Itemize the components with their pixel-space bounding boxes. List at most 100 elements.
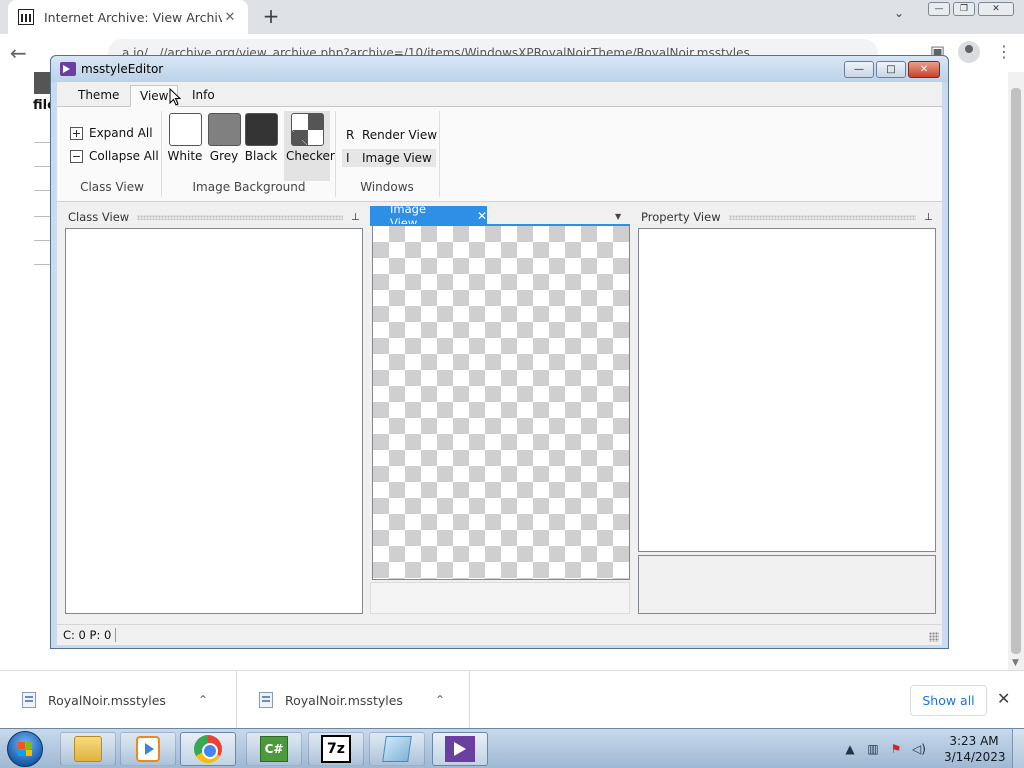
show-desktop-button[interactable]	[1012, 729, 1024, 768]
chevron-up-icon[interactable]: ⌃	[188, 693, 218, 707]
browser-close-button[interactable]: ✕	[978, 2, 1014, 16]
chrome-icon	[194, 735, 222, 763]
media-player-icon	[136, 736, 160, 762]
download-item[interactable]: RoyalNoir.msstyles ⌃	[0, 671, 237, 729]
taskbar-msstyleeditor[interactable]	[432, 732, 488, 766]
tab-close-icon[interactable]: ✕	[222, 10, 238, 25]
taskbar-media-player[interactable]	[120, 732, 176, 766]
chevron-up-icon[interactable]: ⌃	[425, 693, 455, 707]
browser-tabstrip: Internet Archive: View Archive ✕ + ⌄ — ❐…	[0, 0, 1024, 34]
image-view-tab[interactable]: Image View ✕	[370, 202, 487, 230]
white-label: White	[167, 149, 203, 163]
browser-restore-button[interactable]: ❐	[953, 2, 975, 16]
clock-time: 3:23 AM	[949, 734, 999, 748]
black-background-button[interactable]: Black	[241, 113, 281, 163]
collapse-all-button[interactable]: Collapse All	[70, 149, 159, 163]
class-view-title: Class View	[68, 210, 130, 224]
browser-menu-icon[interactable]: ⋮	[996, 42, 1012, 61]
window-client-area: Theme View Info Expand All Collapse All …	[57, 82, 942, 645]
checker-label: Checker	[286, 149, 335, 163]
folder-icon	[74, 736, 102, 762]
property-grid[interactable]	[638, 228, 936, 552]
action-center-icon[interactable]: ⚑	[889, 742, 903, 756]
pane-grip	[728, 214, 916, 220]
file-icon	[22, 692, 36, 708]
render-view-button[interactable]: R Render View	[342, 126, 441, 144]
windows-taskbar: C# 7z ▲ ▥ ⚑ ◁) 3:23 AM 3/14/2023	[0, 728, 1024, 768]
browser-minimize-button[interactable]: —	[928, 2, 950, 16]
class-view-tree[interactable]	[65, 228, 363, 614]
tab-info[interactable]: Info	[183, 85, 224, 107]
browser-tab[interactable]: Internet Archive: View Archive ✕	[8, 0, 248, 34]
group-separator	[439, 111, 440, 197]
window-minimize-button[interactable]: —	[844, 61, 874, 78]
taskbar-7zip[interactable]: 7z	[308, 732, 364, 766]
scrollbar-thumb[interactable]	[1011, 88, 1021, 654]
tab-search-icon[interactable]: ⌄	[894, 6, 904, 20]
window-title: msstyleEditor	[81, 62, 164, 76]
status-text: C: 0 P: 0	[63, 628, 117, 642]
white-background-button[interactable]: White	[165, 113, 205, 163]
archive-logo-icon	[18, 9, 34, 25]
resize-grip-icon[interactable]	[929, 632, 939, 642]
file-icon	[259, 692, 273, 708]
msstyleeditor-icon	[445, 736, 475, 762]
back-arrow-icon[interactable]: ←	[10, 41, 27, 65]
collapse-icon	[70, 149, 83, 163]
image-view-canvas[interactable]	[372, 226, 630, 580]
show-all-button[interactable]: Show all	[910, 685, 987, 716]
taskbar-explorer[interactable]	[60, 732, 116, 766]
pin-icon[interactable]: ⊥	[351, 212, 363, 223]
image-view-label: Image View	[362, 151, 432, 165]
close-downloads-icon[interactable]: ✕	[997, 689, 1010, 708]
image-view-close-icon[interactable]: ✕	[477, 209, 487, 223]
download-shelf: RoyalNoir.msstyles ⌃ RoyalNoir.msstyles …	[0, 670, 1024, 729]
render-view-label: Render View	[362, 128, 438, 142]
white-swatch-icon	[168, 113, 202, 146]
image-view-icon: I	[346, 151, 350, 165]
render-view-icon: R	[346, 128, 355, 142]
class-view-header[interactable]: Class View ⊥	[65, 208, 363, 226]
property-description	[638, 555, 936, 614]
download-item[interactable]: RoyalNoir.msstyles ⌃	[237, 671, 470, 729]
download-filename: RoyalNoir.msstyles	[285, 692, 403, 708]
ribbon-tab-bar: Theme View Info	[57, 82, 942, 107]
window-close-button[interactable]: ✕	[908, 61, 940, 78]
expand-icon	[70, 126, 83, 140]
scroll-down-arrow-icon[interactable]: ▼	[1012, 658, 1019, 668]
document-dropdown-icon[interactable]: ▼	[615, 212, 621, 221]
checker-swatch-icon	[290, 113, 324, 146]
grey-background-button[interactable]: Grey	[204, 113, 244, 163]
taskbar-chrome[interactable]	[180, 732, 236, 766]
black-label: Black	[244, 149, 278, 163]
taskbar-clock[interactable]: 3:23 AM 3/14/2023	[944, 733, 1006, 765]
checker-background-button[interactable]: Checker	[286, 113, 335, 163]
page-scrollbar[interactable]: ▼	[1008, 72, 1024, 670]
profile-avatar-icon[interactable]	[958, 41, 980, 63]
start-button[interactable]	[7, 731, 43, 767]
taskbar-csharp[interactable]: C#	[246, 732, 302, 766]
grey-label: Grey	[209, 149, 239, 163]
expand-all-button[interactable]: Expand All	[70, 126, 153, 140]
image-view-button[interactable]: I Image View	[342, 149, 436, 167]
new-tab-button[interactable]: +	[259, 4, 283, 28]
expand-all-label: Expand All	[89, 126, 153, 140]
show-hidden-icons-icon[interactable]: ▲	[843, 742, 857, 756]
pin-icon[interactable]: ⊥	[924, 212, 936, 223]
msstyleeditor-window: msstyleEditor — □ ✕ Theme View Info Expa…	[50, 55, 949, 649]
network-icon[interactable]: ▥	[866, 742, 880, 756]
msstyleeditor-app-icon	[60, 62, 76, 76]
taskbar-notepad[interactable]	[369, 732, 425, 766]
property-view-title: Property View	[641, 210, 721, 224]
collapse-all-label: Collapse All	[89, 149, 159, 163]
7zip-icon: 7z	[321, 735, 351, 763]
window-titlebar[interactable]: msstyleEditor — □ ✕	[51, 56, 948, 82]
property-view-pane: Property View ⊥	[638, 208, 936, 614]
window-maximize-button[interactable]: □	[876, 61, 906, 78]
windows-group-label: Windows	[360, 180, 414, 194]
volume-icon[interactable]: ◁)	[912, 742, 926, 756]
download-filename: RoyalNoir.msstyles	[48, 692, 166, 708]
black-swatch-icon	[244, 113, 278, 146]
property-view-header[interactable]: Property View ⊥	[638, 208, 936, 226]
tab-theme[interactable]: Theme	[69, 85, 128, 107]
